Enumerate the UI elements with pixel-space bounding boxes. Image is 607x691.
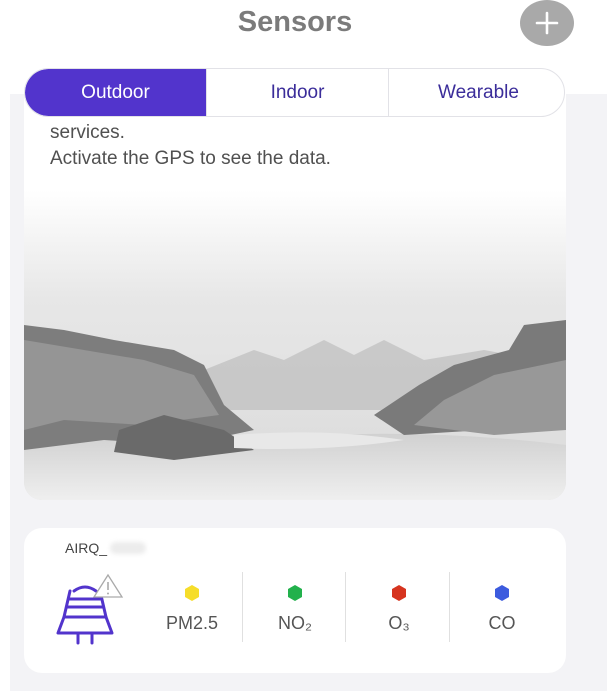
- metric-label: PM2.5: [165, 613, 219, 633]
- metric-label: CO: [488, 613, 516, 633]
- metric-pm25: PM2.5: [140, 573, 244, 645]
- gps-message-line1: services.: [50, 122, 125, 143]
- metric-label: O₃: [388, 613, 410, 633]
- redacted-id: [110, 542, 146, 554]
- gps-message-line2: Activate the GPS to see the data.: [50, 148, 331, 169]
- status-dot: [288, 585, 302, 601]
- status-dot: [185, 585, 199, 601]
- metric-label: NO₂: [278, 613, 312, 633]
- sensor-type-tabs: Outdoor Indoor Wearable: [24, 68, 565, 117]
- plus-icon: [535, 11, 559, 35]
- add-sensor-button[interactable]: [520, 0, 574, 46]
- gps-message: services. Activate the GPS to see the da…: [50, 120, 331, 172]
- status-dot: [495, 585, 509, 601]
- tab-indoor[interactable]: Indoor: [206, 69, 388, 116]
- warning-icon: [92, 573, 124, 598]
- metric-o3: O₃: [347, 573, 451, 645]
- metric-co: CO: [450, 573, 554, 645]
- landscape-illustration: [24, 190, 566, 500]
- metric-no2: NO₂: [243, 573, 347, 645]
- status-dot: [392, 585, 406, 601]
- tab-wearable[interactable]: Wearable: [388, 69, 564, 116]
- outdoor-card: services. Activate the GPS to see the da…: [24, 94, 566, 500]
- tab-outdoor[interactable]: Outdoor: [25, 69, 206, 116]
- device-name: AIRQ_: [65, 540, 108, 556]
- sensor-device-icon: [56, 573, 124, 645]
- divider: [345, 572, 346, 642]
- page-title: Sensors: [237, 6, 353, 38]
- sensor-card[interactable]: AIRQ_ PM2.5 NO₂ O₃ CO: [24, 528, 566, 673]
